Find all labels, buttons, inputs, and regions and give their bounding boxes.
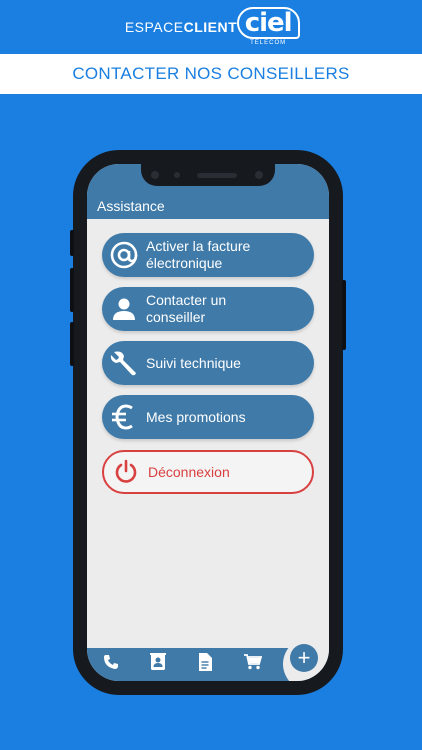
at-icon	[102, 233, 146, 277]
phone-notch	[141, 164, 275, 186]
logout-label: Déconnexion	[148, 463, 230, 480]
brand-header: ESPACE CLIENT ciel TELECOM	[0, 0, 422, 54]
technical-follow-up-button[interactable]: Suivi technique	[102, 341, 314, 385]
phone-mockup: Assistance Activer la facture électroniq…	[70, 150, 346, 695]
phone-power-button	[342, 280, 346, 350]
person-icon	[102, 287, 146, 331]
wrench-icon	[102, 341, 146, 385]
contact-advisor-button[interactable]: Contacter un conseiller	[102, 287, 314, 331]
logout-button[interactable]: Déconnexion	[102, 450, 314, 494]
banner: CONTACTER NOS CONSEILLERS	[0, 54, 422, 94]
my-promotions-button[interactable]: Mes promotions	[102, 395, 314, 439]
add-fab-button[interactable]: +	[290, 644, 318, 672]
app-title: Assistance	[97, 198, 165, 214]
menu-label-promotions: Mes promotions	[146, 408, 246, 425]
menu-label-e-invoice: Activer la facture électronique	[146, 238, 251, 271]
tab-documents[interactable]	[185, 648, 225, 681]
phone-volume-up	[70, 268, 74, 312]
menu-label-contact: Contacter un conseiller	[146, 292, 227, 325]
phone-side-button	[70, 230, 74, 256]
power-icon	[104, 450, 148, 494]
menu-label-technical: Suivi technique	[146, 354, 241, 371]
contacts-icon	[150, 653, 166, 676]
logo-sub: TELECOM	[250, 40, 287, 46]
document-icon	[198, 653, 212, 676]
banner-title: CONTACTER NOS CONSEILLERS	[72, 64, 350, 83]
phone-icon	[103, 654, 119, 675]
euro-icon	[102, 395, 146, 439]
tab-cart[interactable]	[233, 648, 273, 681]
cart-icon	[244, 654, 263, 675]
plus-icon: +	[297, 645, 311, 670]
activate-e-invoice-button[interactable]: Activer la facture électronique	[102, 233, 314, 277]
tab-phone[interactable]	[91, 648, 131, 681]
phone-volume-down	[70, 322, 74, 366]
phone-screen: Assistance Activer la facture électroniq…	[87, 164, 329, 681]
brand-client: CLIENT	[183, 19, 238, 35]
brand-espace: ESPACE	[124, 19, 184, 35]
logo-mark: ciel	[236, 7, 300, 39]
tab-contacts[interactable]	[138, 648, 178, 681]
ciel-logo: ciel TELECOM	[236, 7, 300, 47]
